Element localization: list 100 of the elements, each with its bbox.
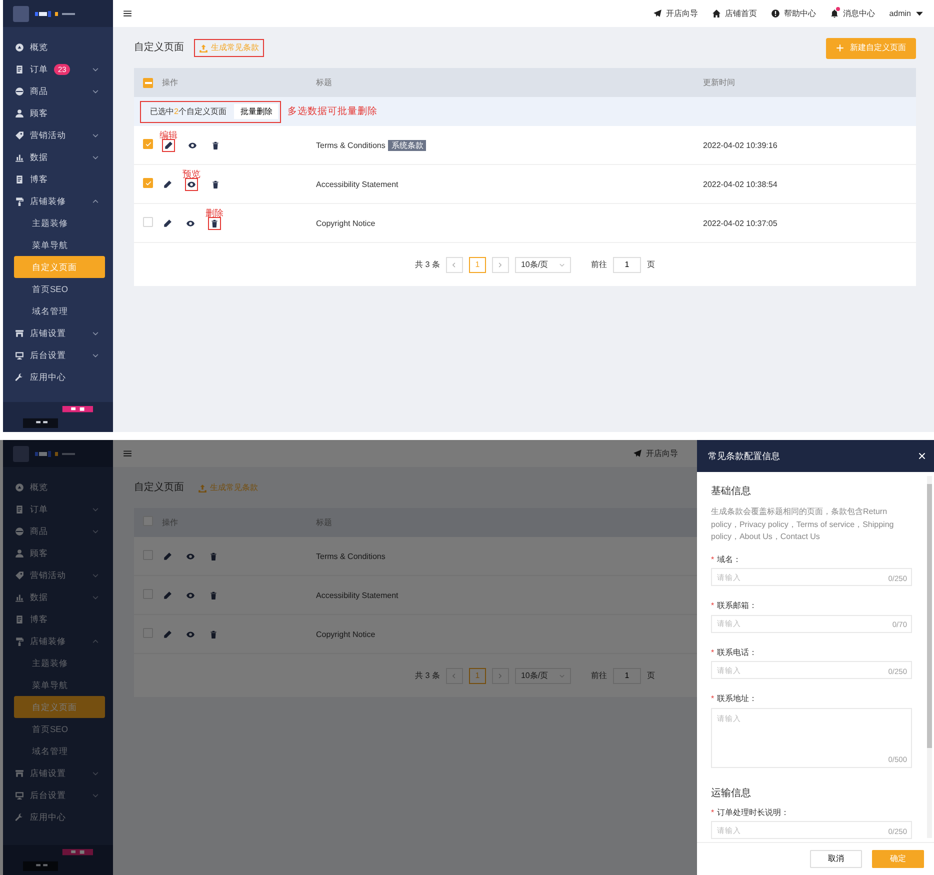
page-input[interactable]: 1 — [612, 256, 641, 272]
header-link[interactable]: 店铺首页 — [712, 8, 758, 18]
close-button[interactable] — [918, 452, 926, 460]
eye-icon — [188, 140, 197, 150]
sidebar-item[interactable]: 后台设置 — [3, 344, 113, 366]
sidebar-item[interactable]: 应用中心 — [3, 806, 113, 828]
row-checkbox[interactable] — [143, 178, 153, 188]
goto-label: 前往 — [590, 260, 607, 270]
bulk-delete-button[interactable]: 批量删除 — [234, 104, 278, 120]
sidebar-subitem[interactable]: 域名管理 — [14, 740, 105, 762]
monitor-icon — [15, 350, 24, 360]
pencil-icon — [163, 590, 172, 600]
preview-button[interactable] — [185, 218, 196, 228]
sidebar-item[interactable]: 店铺装修 — [3, 630, 113, 652]
eye-icon — [186, 630, 195, 638]
user-icon — [15, 108, 24, 118]
total-count: 共 3 条 — [415, 260, 440, 270]
sidebar-subitem[interactable]: 主题装修 — [14, 212, 105, 234]
annotation-label: 多选数据可批量删除 — [287, 106, 378, 118]
sidebar-subitem[interactable]: 菜单导航 — [14, 674, 105, 696]
chevron-right-icon — [497, 262, 504, 268]
select-all-checkbox[interactable] — [143, 78, 153, 88]
delete-button[interactable] — [210, 178, 221, 190]
globe-icon — [15, 526, 24, 536]
sidebar-subitem[interactable]: 菜单导航 — [14, 234, 105, 256]
drawer-title: 常见条款配置信息 — [708, 450, 780, 462]
sidebar-item[interactable]: 博客 — [3, 168, 113, 190]
sidebar-item[interactable]: 商品 — [3, 520, 113, 542]
chevron-left-icon — [451, 262, 458, 268]
header-link[interactable]: 开店向导 — [633, 448, 678, 458]
header-link[interactable]: 帮助中心 — [771, 8, 816, 18]
sidebar-item[interactable]: 概览 — [3, 36, 113, 58]
page-suffix: 页 — [646, 260, 655, 270]
sidebar-item[interactable]: 数据 — [3, 146, 113, 168]
sidebar-item[interactable]: 顾客 — [3, 102, 113, 124]
sidebar-item[interactable]: 商品 — [3, 80, 113, 102]
trash-icon — [211, 140, 220, 150]
scrollbar[interactable] — [927, 476, 932, 838]
dashboard-icon — [15, 482, 24, 492]
tag-icon — [15, 130, 24, 140]
logo-wordmark-drawing — [35, 450, 75, 456]
sidebar-subitem[interactable]: 首页SEO — [14, 718, 105, 740]
table-cell: 2022-04-02 10:38:54 — [703, 180, 778, 189]
edit-button[interactable] — [162, 178, 173, 190]
section-description: 生成条款会覆盖标题相同的页面，条款包含Return policy，Privacy policy，Terms of service，Shipping policy，About Us，Contact Us — [711, 506, 895, 543]
trash-icon — [209, 630, 218, 638]
row-checkbox[interactable] — [143, 139, 153, 150]
sidebar-item[interactable]: 博客 — [3, 608, 113, 630]
row-checkbox[interactable] — [143, 216, 153, 227]
home-icon — [712, 9, 722, 18]
dashboard-icon — [15, 42, 24, 52]
page-input[interactable]: 1 — [612, 668, 641, 684]
sidebar-subitem[interactable]: 首页SEO — [14, 278, 105, 300]
required-mark: * — [711, 554, 714, 564]
check-icon — [144, 140, 152, 148]
caret-icon — [915, 9, 924, 18]
section-title: 运输信息 — [711, 788, 752, 800]
upload-icon — [198, 484, 207, 492]
user-menu[interactable]: admin — [889, 8, 924, 18]
eye-icon — [186, 218, 195, 228]
delete-button[interactable] — [210, 140, 221, 150]
sidebar-item[interactable]: 应用中心 — [3, 366, 113, 388]
chevron-left-icon — [451, 672, 458, 678]
page-title: 自定义页面 — [134, 42, 184, 54]
bar-chart-icon — [15, 152, 24, 162]
sidebar-item[interactable]: 概览 — [3, 476, 113, 498]
sidebar-item[interactable]: 店铺设置 — [3, 322, 113, 344]
sidebar-item[interactable]: 店铺设置 — [3, 762, 113, 784]
page-size-select[interactable]: 10条/页 — [514, 256, 571, 272]
field-label: 订单处理时长说明： — [717, 808, 790, 817]
sidebar-subitem[interactable]: 主题装修 — [14, 652, 105, 674]
required-mark: * — [711, 601, 714, 610]
logo-icon — [13, 6, 29, 22]
sidebar-subitem[interactable]: 域名管理 — [14, 300, 105, 322]
preview-button[interactable] — [187, 140, 198, 150]
table-cell: Copyright Notice — [316, 630, 376, 639]
table-cell: Terms & Conditions — [316, 552, 386, 561]
sidebar-item[interactable]: 后台设置 — [3, 784, 113, 806]
cancel-button[interactable]: 取消 — [810, 850, 862, 868]
pixel-badge-drawing — [23, 849, 93, 871]
sidebar-item[interactable]: 营销活动 — [3, 124, 113, 146]
sidebar-item[interactable]: 营销活动 — [3, 564, 113, 586]
close-icon — [918, 452, 926, 460]
table-cell: Accessibility Statement — [316, 180, 398, 189]
required-mark: * — [711, 808, 714, 817]
table-cell: Copyright Notice — [316, 218, 376, 228]
sidebar-item[interactable]: 顾客 — [3, 542, 113, 564]
bar-chart-icon — [15, 592, 24, 602]
sidebar-item[interactable]: 订单 — [3, 498, 113, 520]
edit-button[interactable] — [162, 218, 173, 228]
page-size-select[interactable]: 10条/页 — [514, 668, 571, 684]
selection-summary: 已选中2个自定义页面 — [150, 106, 226, 116]
header-link[interactable]: 消息中心 — [830, 8, 876, 18]
plus-icon — [836, 44, 844, 52]
goto-label: 前往 — [590, 670, 607, 680]
sidebar-item[interactable]: 数据 — [3, 586, 113, 608]
sidebar-item[interactable]: 店铺装修 — [3, 190, 113, 212]
header-link[interactable]: 开店向导 — [653, 8, 698, 18]
annotation-label: 删除 — [206, 208, 224, 218]
tag-badge: 系统条款 — [388, 140, 426, 151]
